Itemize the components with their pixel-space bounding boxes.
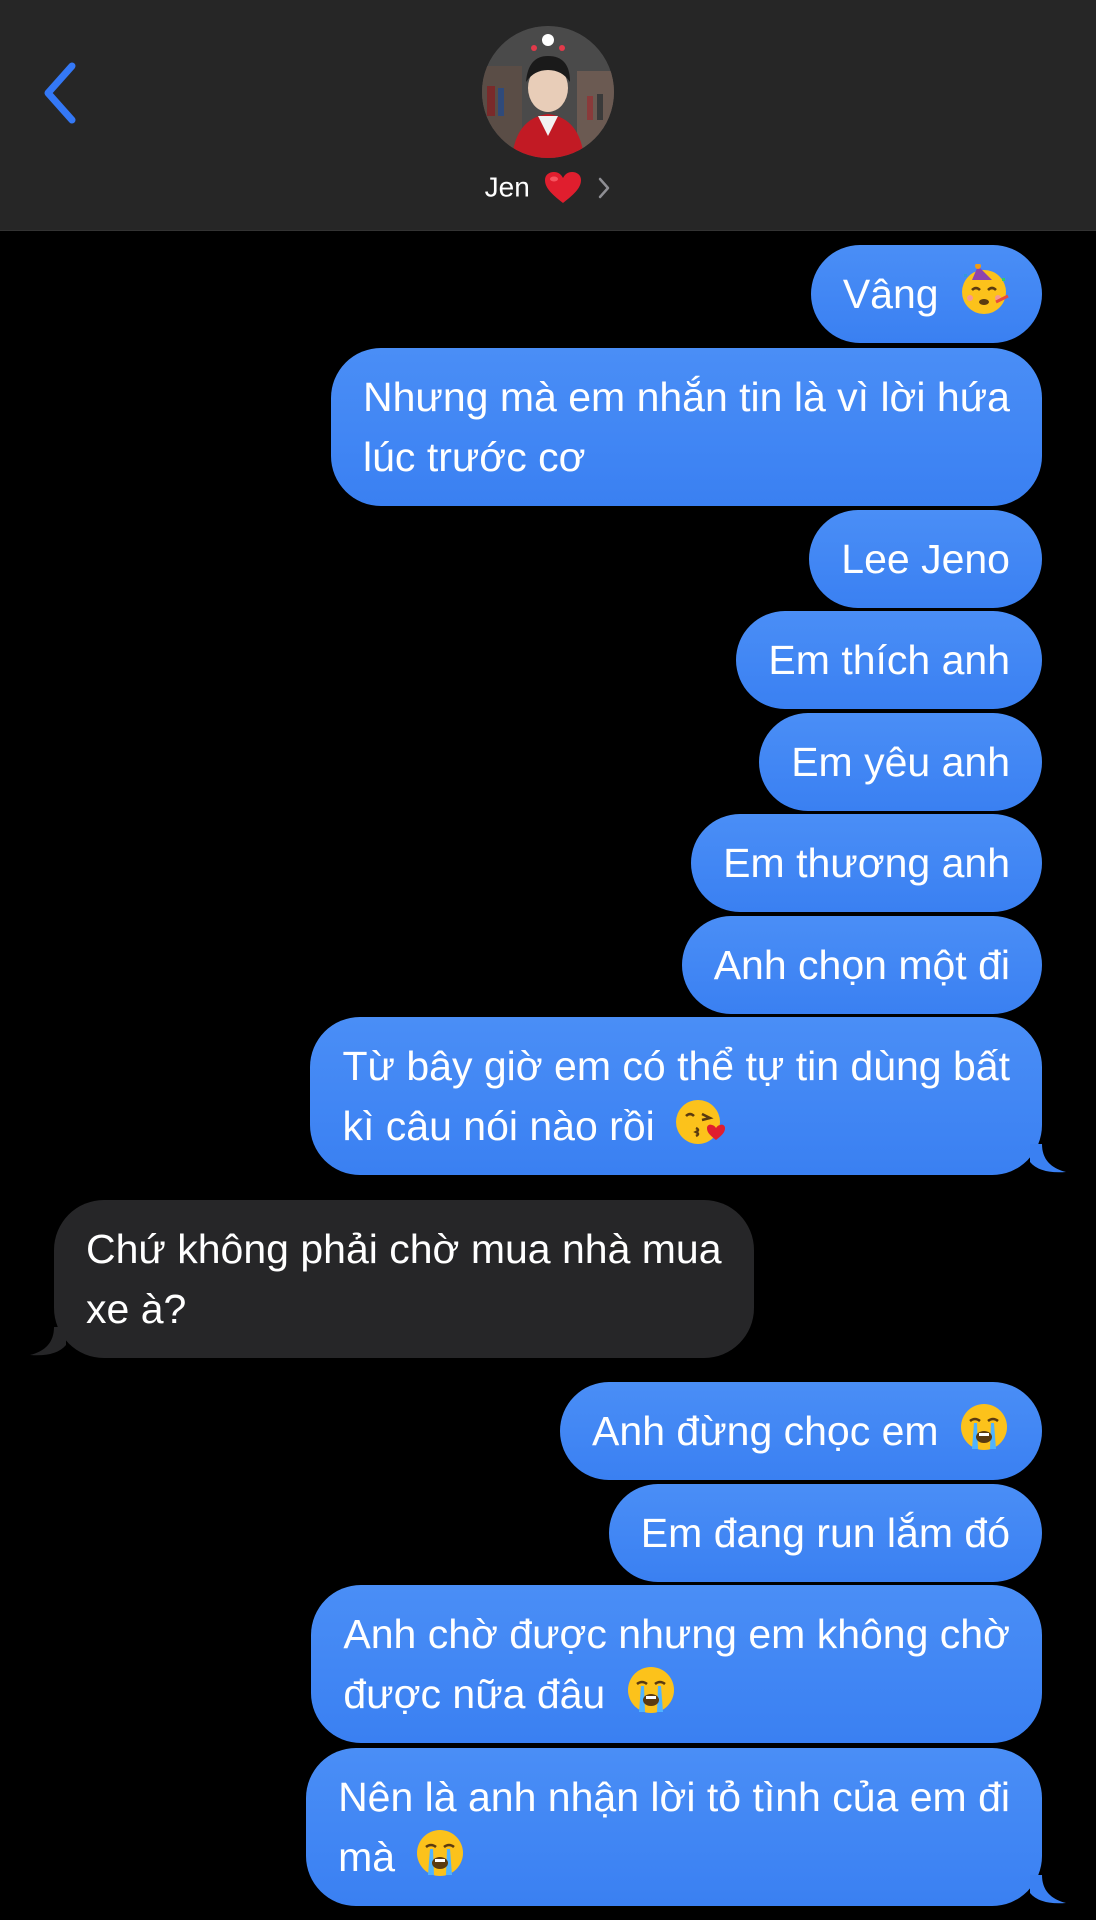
conversation-header: Jen <box>0 0 1096 231</box>
message-text-line: Nên là anh nhận lời tỏ tình của em đi <box>338 1774 1010 1820</box>
back-button[interactable] <box>38 58 88 128</box>
crying-face-icon <box>417 1830 464 1876</box>
contact-name-button[interactable]: Jen <box>0 166 1096 208</box>
message-bubble-sent[interactable]: Lee Jeno <box>809 510 1042 608</box>
partying-face-icon <box>962 264 1009 314</box>
heart-emoji-icon <box>544 171 581 203</box>
message-text-line: kì câu nói nào rồi <box>342 1103 655 1149</box>
message-text-line: được nữa đâu <box>343 1671 606 1717</box>
message-text-line: mà <box>338 1834 396 1880</box>
message-text: Em thương anh <box>723 840 1010 886</box>
message-text: Lee Jeno <box>841 536 1010 582</box>
message-text: Em yêu anh <box>791 739 1010 785</box>
message-bubble-sent[interactable]: Anh chọn một đi <box>681 916 1042 1014</box>
message-text-line: Anh chờ được nhưng em không chờ <box>343 1611 1010 1657</box>
message-text: Vâng <box>842 271 939 317</box>
chevron-right-icon <box>599 177 610 198</box>
chevron-left-icon <box>44 62 76 124</box>
contact-avatar[interactable] <box>482 26 614 158</box>
message-bubble-sent[interactable]: Anh đừng chọc em <box>560 1382 1042 1480</box>
message-text: Anh chọn một đi <box>713 942 1010 988</box>
message-text: Em thích anh <box>768 637 1010 683</box>
message-bubble-sent[interactable]: Từ bây giờ em có thể tự tin dùng bất kì … <box>310 1017 1042 1175</box>
bubble-tail <box>30 1327 66 1356</box>
message-bubble-sent[interactable]: Nhưng mà em nhắn tin là vì lời hứa lúc t… <box>331 348 1042 506</box>
message-text-line: xe à? <box>86 1286 187 1332</box>
message-bubble-sent[interactable]: Nên là anh nhận lời tỏ tình của em đi mà <box>306 1748 1042 1906</box>
message-text: Em đang run lắm đó <box>640 1510 1010 1556</box>
message-bubble-sent[interactable]: Em yêu anh <box>759 713 1042 811</box>
avatar-photo <box>482 26 614 158</box>
message-text-line: Nhưng mà em nhắn tin là vì lời hứa <box>363 374 1010 420</box>
message-bubble-sent[interactable]: Em thích anh <box>736 611 1042 709</box>
message-text-line: Từ bây giờ em có thể tự tin dùng bất <box>342 1043 1010 1089</box>
kissing-heart-face-icon <box>676 1100 726 1144</box>
message-text-line: lúc trước cơ <box>363 434 586 480</box>
message-text: Anh đừng chọc em <box>592 1408 939 1454</box>
crying-face-icon <box>627 1667 674 1713</box>
message-list[interactable]: Vâng Nhưng mà em nhắn tin là vì lời hứa … <box>0 230 1096 1920</box>
bubble-tail <box>1030 1875 1066 1904</box>
message-bubble-sent[interactable]: Em thương anh <box>691 814 1042 912</box>
message-text-line: Chứ không phải chờ mua nhà mua <box>86 1226 722 1272</box>
message-bubble-sent[interactable]: Em đang run lắm đó <box>608 1484 1042 1582</box>
message-bubble-sent[interactable]: Vâng <box>810 245 1042 343</box>
crying-face-icon <box>961 1404 1007 1450</box>
bubble-tail <box>1030 1144 1066 1173</box>
message-bubble-received[interactable]: Chứ không phải chờ mua nhà mua xe à? <box>54 1200 754 1358</box>
contact-name: Jen <box>484 171 530 203</box>
message-bubble-sent[interactable]: Anh chờ được nhưng em không chờ được nữa… <box>311 1585 1042 1743</box>
